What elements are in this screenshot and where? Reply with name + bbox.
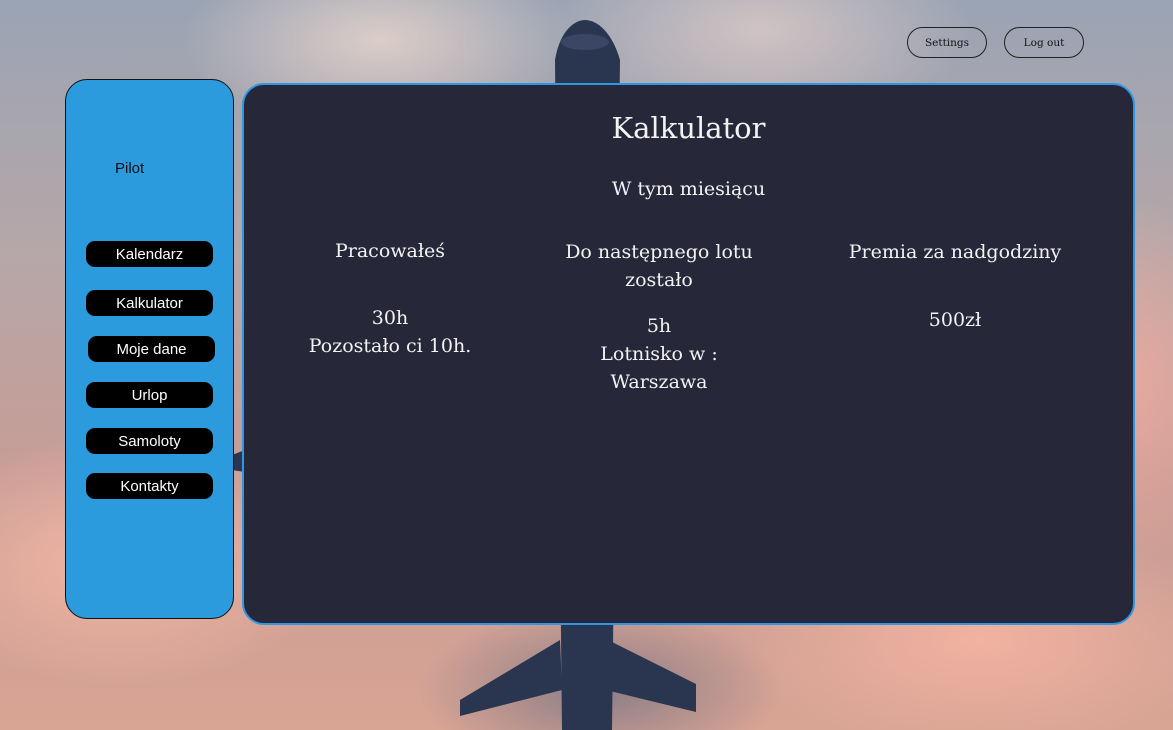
overtime-bonus-column: Premia za nadgodziny 500zł bbox=[830, 238, 1080, 334]
calculator-panel: Kalkulator W tym miesiącu Pracowałeś 30h… bbox=[242, 83, 1135, 625]
period-subtitle: W tym miesiącu bbox=[611, 178, 766, 200]
worked-hours-column: Pracowałeś 30h Pozostało ci 10h. bbox=[280, 237, 500, 360]
worked-hours-heading: Pracowałeś bbox=[334, 240, 446, 262]
next-flight-hours-value: 5h bbox=[646, 315, 672, 337]
sidebar-item-moje-dane[interactable]: Moje dane bbox=[88, 336, 215, 362]
page-title: Kalkulator bbox=[611, 111, 766, 145]
airport-value: Warszawa bbox=[610, 371, 708, 393]
sidebar-item-kalkulator[interactable]: Kalkulator bbox=[86, 290, 213, 316]
next-flight-heading-line2: zostało bbox=[625, 269, 693, 291]
sidebar: Pilot Kalendarz Kalkulator Moje dane Url… bbox=[65, 79, 234, 619]
sidebar-item-kalendarz[interactable]: Kalendarz bbox=[86, 241, 213, 267]
logout-button[interactable]: Log out bbox=[1004, 27, 1084, 58]
overtime-bonus-value: 500zł bbox=[928, 309, 982, 331]
sidebar-item-samoloty[interactable]: Samoloty bbox=[86, 428, 213, 454]
airport-label: Lotnisko w : bbox=[600, 343, 718, 365]
settings-button[interactable]: Settings bbox=[907, 27, 987, 58]
next-flight-column: Do następnego lotu zostało 5h Lotnisko w… bbox=[544, 238, 774, 396]
worked-hours-value: 30h bbox=[371, 307, 409, 329]
remaining-hours-text: Pozostało ci 10h. bbox=[308, 335, 472, 357]
sidebar-title: Pilot bbox=[115, 160, 145, 177]
next-flight-heading-line1: Do następnego lotu bbox=[565, 241, 753, 263]
sidebar-item-urlop[interactable]: Urlop bbox=[86, 382, 213, 408]
sidebar-item-kontakty[interactable]: Kontakty bbox=[86, 473, 213, 499]
overtime-bonus-heading: Premia za nadgodziny bbox=[848, 241, 1062, 263]
